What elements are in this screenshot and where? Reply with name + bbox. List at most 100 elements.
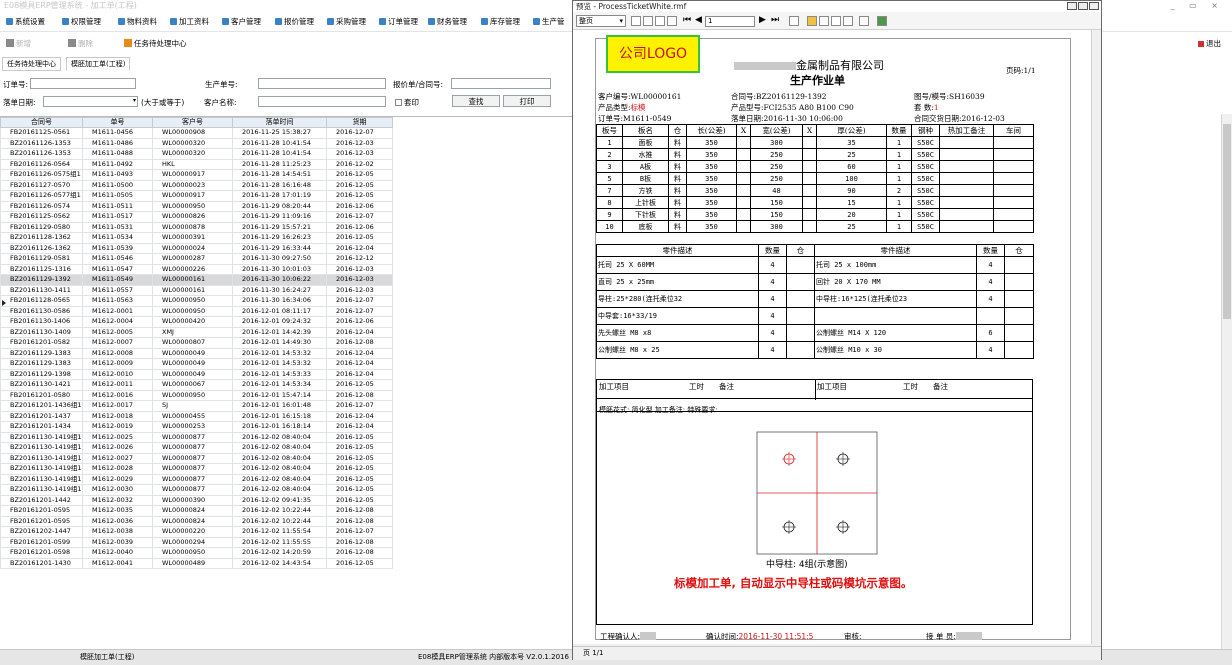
page-width-icon[interactable]: [667, 16, 677, 26]
table-row[interactable]: BZ20161130-1419组1 M1612-0029 WL00000877 201…: [0, 473, 393, 485]
quote-no-input[interactable]: [451, 78, 551, 89]
table-row[interactable]: FB20161125-0561 M1611-0456 WL00000908 2016-…: [0, 127, 393, 139]
table-row[interactable]: BZ20161201-1437 M1612-0018 WL00000455 2016-…: [0, 410, 393, 422]
table-row[interactable]: BZ20161126-1353 M1611-0488 WL00000320 2016-…: [0, 148, 393, 160]
table-row[interactable]: FB20161126-0564 M1611-0492 HKL 2016-11-28 1…: [0, 158, 393, 170]
table-cell: 2016-11-25 15:38:27: [232, 127, 327, 139]
scroll-thumb[interactable]: [1223, 124, 1231, 319]
minimize-icon[interactable]: [1067, 2, 1077, 10]
table-row[interactable]: FB20161130-1406 M1612-0004 WL00000420 2016-…: [0, 316, 393, 328]
date-picker[interactable]: ▾: [43, 96, 138, 107]
table-row[interactable]: BZ20161130-1419组1 M1612-0028 WL00000877 201…: [0, 463, 393, 475]
table-row[interactable]: BZ20161202-1447 M1612-0038 WL00000220 2016-…: [0, 526, 393, 538]
table-row[interactable]: BZ20161130-1409 M1612-0005 XMJ 2016-12-01 1…: [0, 326, 393, 338]
grid-column-header[interactable]: 合同号: [0, 117, 83, 128]
table-row[interactable]: BZ20161130-1419组1 M1612-0030 WL00000877 201…: [0, 484, 393, 496]
menu-customers[interactable]: 客户管理: [222, 16, 261, 28]
zoom-select[interactable]: 整页 ▾: [576, 15, 626, 27]
grid-column-header[interactable]: 落单时间: [232, 117, 327, 128]
setup-icon[interactable]: [843, 16, 853, 26]
table-row[interactable]: BZ20161201-1442 M1612-0032 WL00000390 2016-…: [0, 494, 393, 506]
table-row[interactable]: FB20161201-0598 M1612-0040 WL00000950 2016-…: [0, 547, 393, 559]
menu-system-settings[interactable]: 系统设置: [6, 16, 45, 28]
print-icon[interactable]: [831, 16, 841, 26]
table-row[interactable]: FB20161126-0575组1 M1611-0493 WL00000917 201…: [0, 169, 393, 181]
window-controls[interactable]: _ ▭ ×: [1171, 0, 1224, 12]
menu-purchasing[interactable]: 采购管理: [327, 16, 366, 28]
table-row[interactable]: BZ20161130-1419组1 M1612-0027 WL00000877 201…: [0, 452, 393, 464]
table-row[interactable]: BZ20161126-1362 M1611-0539 WL00000024 2016-…: [0, 242, 393, 254]
prev-page-icon[interactable]: ◀: [695, 15, 702, 25]
table-row[interactable]: BZ20161126-1353 M1611-0486 WL00000320 2016-…: [0, 137, 393, 149]
table-row[interactable]: BZ20161201-1430 M1612-0041 WL00000489 2016-…: [0, 557, 393, 569]
table-row[interactable]: FB20161129-0581 M1611-0546 WL00000287 2016-…: [0, 253, 393, 265]
table-row[interactable]: BZ20161129-1383 M1612-0009 WL00000049 2016-…: [0, 358, 393, 370]
table-row[interactable]: FB20161128-0565 M1611-0563 WL00000950 2016-…: [0, 295, 393, 307]
print-button[interactable]: 打印: [503, 95, 551, 107]
table-cell: WL00000950: [152, 389, 233, 401]
menu-production[interactable]: 生产管: [533, 16, 565, 28]
table-row[interactable]: BZ20161129-1392 M1611-0549 WL00000161 2016-…: [0, 274, 393, 286]
maximize-icon[interactable]: [1078, 2, 1088, 10]
next-page-icon[interactable]: ▶: [759, 15, 766, 25]
table-row[interactable]: BZ20161130-1421 M1612-0011 WL00000067 2016-…: [0, 379, 393, 391]
two-page-icon[interactable]: [655, 16, 665, 26]
exit-preview-icon[interactable]: [877, 16, 887, 26]
task-center-button[interactable]: 任务待处理中心: [124, 38, 187, 50]
table-row[interactable]: BZ20161201-1434 M1612-0019 WL00000253 2016-…: [0, 421, 393, 433]
tab-task-center[interactable]: 任务待处理中心: [2, 57, 61, 71]
table-row[interactable]: BZ20161129-1398 M1612-0010 WL00000049 2016-…: [0, 368, 393, 380]
menu-permissions[interactable]: 权限管理: [62, 16, 101, 28]
design-icon[interactable]: [859, 16, 869, 26]
first-page-icon[interactable]: ⏮: [683, 15, 691, 25]
main-vertical-scrollbar[interactable]: [1221, 114, 1232, 649]
table-row[interactable]: BZ20161130-1411 M1611-0557 WL00000161 2016-…: [0, 284, 393, 296]
close-icon[interactable]: [1089, 2, 1099, 10]
delete-button[interactable]: 删除: [68, 38, 93, 50]
table-row[interactable]: FB20161125-0562 M1611-0517 WL00000826 2016-…: [0, 211, 393, 223]
print-checkbox[interactable]: 套印: [395, 97, 419, 108]
table-row[interactable]: FB20161129-0580 M1611-0531 WL00000878 2016-…: [0, 221, 393, 233]
menu-quotes[interactable]: 报价管理: [275, 16, 314, 28]
menu-orders[interactable]: 订单管理: [379, 16, 418, 28]
order-no-input[interactable]: [30, 78, 136, 89]
table-row[interactable]: BZ20161129-1383 M1612-0008 WL00000049 2016-…: [0, 347, 393, 359]
table-row[interactable]: BZ20161130-1419组1 M1612-0025 WL00000877 201…: [0, 431, 393, 443]
production-no-input[interactable]: [258, 78, 386, 89]
table-row[interactable]: FB20161130-0586 M1612-0001 WL00000950 2016-…: [0, 305, 393, 317]
table-row[interactable]: BZ20161130-1419组1 M1612-0026 WL00000877 201…: [0, 442, 393, 454]
menu-materials[interactable]: 物料资料: [118, 16, 157, 28]
add-button[interactable]: 新增: [6, 38, 31, 50]
search-icon[interactable]: [789, 16, 799, 26]
menu-inventory[interactable]: 库存管理: [481, 16, 520, 28]
plate-cell: [802, 148, 817, 161]
menu-processing[interactable]: 加工资料: [170, 16, 209, 28]
zoom-icon[interactable]: [631, 16, 641, 26]
table-row[interactable]: FB20161127-0570 M1611-0500 WL00000023 2016-…: [0, 179, 393, 191]
table-row[interactable]: FB20161201-0582 M1612-0007 WL00000807 2016-…: [0, 337, 393, 349]
save-icon[interactable]: [819, 16, 829, 26]
table-row[interactable]: FB20161126-0577组1 M1611-0505 WL00000917 201…: [0, 190, 393, 202]
preview-vertical-scrollbar[interactable]: [1091, 30, 1101, 644]
menu-finance[interactable]: 财务管理: [428, 16, 467, 28]
table-row[interactable]: BZ20161128-1362 M1611-0534 WL00000391 2016-…: [0, 232, 393, 244]
table-row[interactable]: FB20161201-0595 M1612-0036 WL00000824 2016-…: [0, 515, 393, 527]
exit-button[interactable]: 退出: [1198, 38, 1221, 50]
grid-column-header[interactable]: 单号: [82, 117, 153, 128]
last-page-icon[interactable]: ⏭: [771, 15, 779, 25]
query-button[interactable]: 查找: [452, 95, 500, 107]
table-row[interactable]: FB20161201-0599 M1612-0039 WL00000294 2016-…: [0, 536, 393, 548]
table-row[interactable]: FB20161201-0595 M1612-0035 WL00000824 2016-…: [0, 505, 393, 517]
tab-mold-order[interactable]: 模胚加工单(工程): [66, 57, 131, 71]
customer-input[interactable]: [258, 96, 386, 107]
parts-header-cell: 零件描述: [596, 244, 759, 257]
open-icon[interactable]: [807, 16, 817, 26]
page-view-icon[interactable]: [643, 16, 653, 26]
table-row[interactable]: BZ20161125-1316 M1611-0547 WL00000226 2016-…: [0, 263, 393, 275]
table-row[interactable]: BZ20161201-1436组1 M1612-0017 SJ 2016-12-01 …: [0, 400, 393, 412]
table-row[interactable]: FB20161126-0574 M1611-0511 WL00000950 2016-…: [0, 200, 393, 212]
table-row[interactable]: FB20161201-0580 M1612-0016 WL00000950 2016-…: [0, 389, 393, 401]
grid-column-header[interactable]: 货期: [326, 117, 393, 128]
page-number-input[interactable]: 1: [705, 16, 755, 27]
grid-column-header[interactable]: 客户号: [152, 117, 233, 128]
